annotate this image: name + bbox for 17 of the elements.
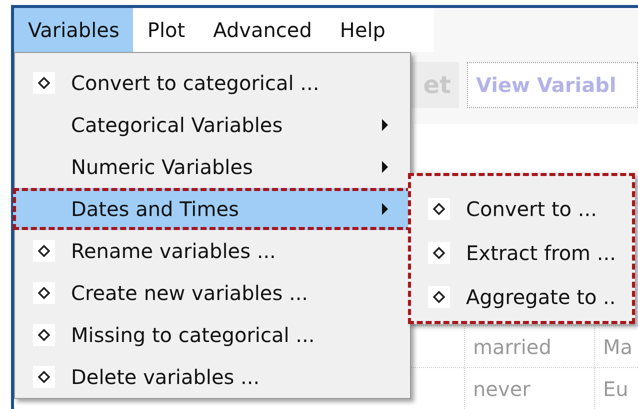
submenu-item[interactable]: Convert to ... xyxy=(411,187,632,231)
menu-item[interactable]: Numeric Variables xyxy=(13,146,412,188)
menu-tab[interactable]: Help xyxy=(326,8,400,52)
menu-item[interactable]: Delete variables ... xyxy=(13,356,412,398)
menu-tab[interactable]: Variables xyxy=(14,8,134,52)
submenu-arrow-icon xyxy=(381,160,389,174)
submenu-arrow-icon xyxy=(381,202,389,216)
menu-tab[interactable]: Plot xyxy=(133,8,200,52)
submenu-arrow-icon xyxy=(381,118,389,132)
menu-item[interactable]: Create new variables ... xyxy=(13,272,412,314)
menu-tab[interactable]: Advanced xyxy=(199,8,326,52)
submenu-item[interactable]: Aggregate to .. xyxy=(411,275,632,319)
table-cell: never xyxy=(464,368,594,409)
submenu-item[interactable]: Extract from ... xyxy=(411,231,632,275)
table-cell: Eu xyxy=(594,368,638,409)
menu-item[interactable]: Rename variables ... xyxy=(13,230,412,272)
menu-item[interactable]: Missing to categorical ... xyxy=(13,314,412,356)
